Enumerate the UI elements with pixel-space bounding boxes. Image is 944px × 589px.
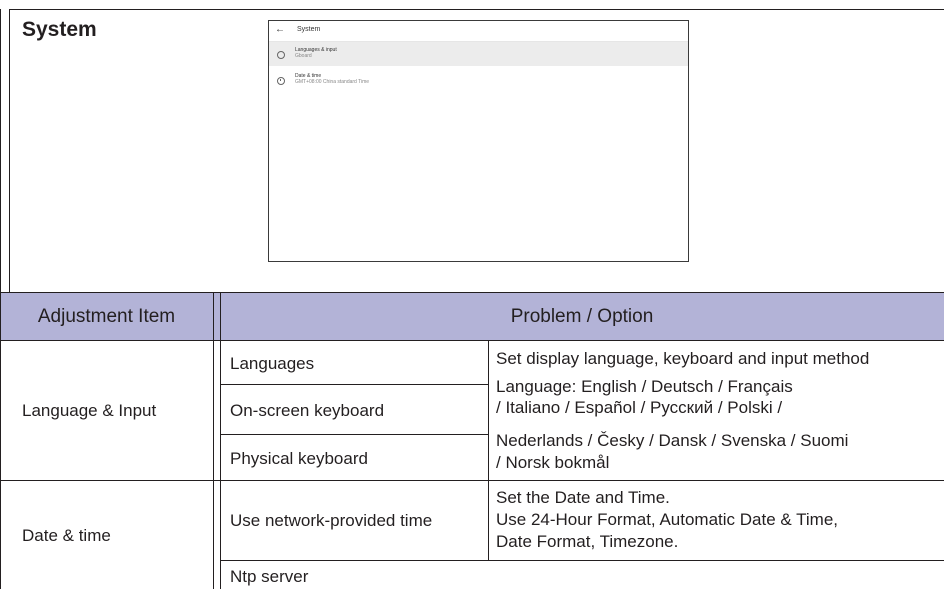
row-divider (220, 560, 944, 561)
item-date-time: Date & time (22, 526, 111, 545)
section-title: System (22, 18, 97, 41)
screenshot-item-languages: Languages & input Gboard (269, 42, 688, 66)
frame-top-border (9, 9, 944, 10)
description-text: Set the Date and Time. (496, 488, 670, 507)
sub-item-use-network-provided-time: Use network-provided time (230, 511, 433, 530)
item-language-input: Language & Input (22, 401, 157, 420)
screenshot-item-subtitle: Gboard (295, 53, 312, 59)
description-text: Set display language, keyboard and input… (496, 349, 870, 368)
screenshot-header: ← System (269, 21, 688, 42)
description-text: / Italiano / Español / Русский / Polski … (496, 398, 783, 417)
column-rule (213, 293, 214, 589)
sub-item-on-screen-keyboard: On-screen keyboard (230, 401, 385, 420)
row-divider (220, 384, 488, 385)
description-text: Use 24-Hour Format, Automatic Date & Tim… (496, 510, 839, 529)
description-text: Date Format, Timezone. (496, 532, 679, 551)
frame-left-border (9, 9, 10, 293)
system-screenshot: ← System Languages & input Gboard Date &… (268, 20, 689, 262)
description-text: / Norsk bokmål (496, 453, 610, 472)
column-rule (220, 293, 221, 589)
screenshot-item-date-time: Date & time GMT+08:00 China standard Tim… (269, 68, 688, 92)
back-arrow-icon: ← (275, 24, 285, 35)
sub-item-ntp-server: Ntp server (230, 567, 309, 586)
table-left-border (0, 9, 1, 589)
sub-item-languages: Languages (230, 354, 315, 373)
header-top-rule (0, 292, 944, 293)
sub-item-physical-keyboard: Physical keyboard (230, 449, 368, 468)
globe-icon (277, 51, 285, 59)
section-divider (0, 480, 944, 481)
screenshot-item-subtitle: GMT+08:00 China standard Time (295, 79, 370, 85)
column-rule (488, 340, 489, 560)
description-text: Language: English / Deutsch / Français (496, 377, 793, 396)
row-divider (220, 434, 488, 435)
header-bottom-rule (0, 340, 944, 341)
header-problem-option: Problem / Option (510, 306, 654, 327)
header-adjustment-item: Adjustment Item (37, 306, 176, 327)
clock-icon (277, 77, 285, 85)
screenshot-title: System (297, 26, 321, 33)
description-text: Nederlands / Česky / Dansk / Svenska / S… (496, 431, 849, 450)
